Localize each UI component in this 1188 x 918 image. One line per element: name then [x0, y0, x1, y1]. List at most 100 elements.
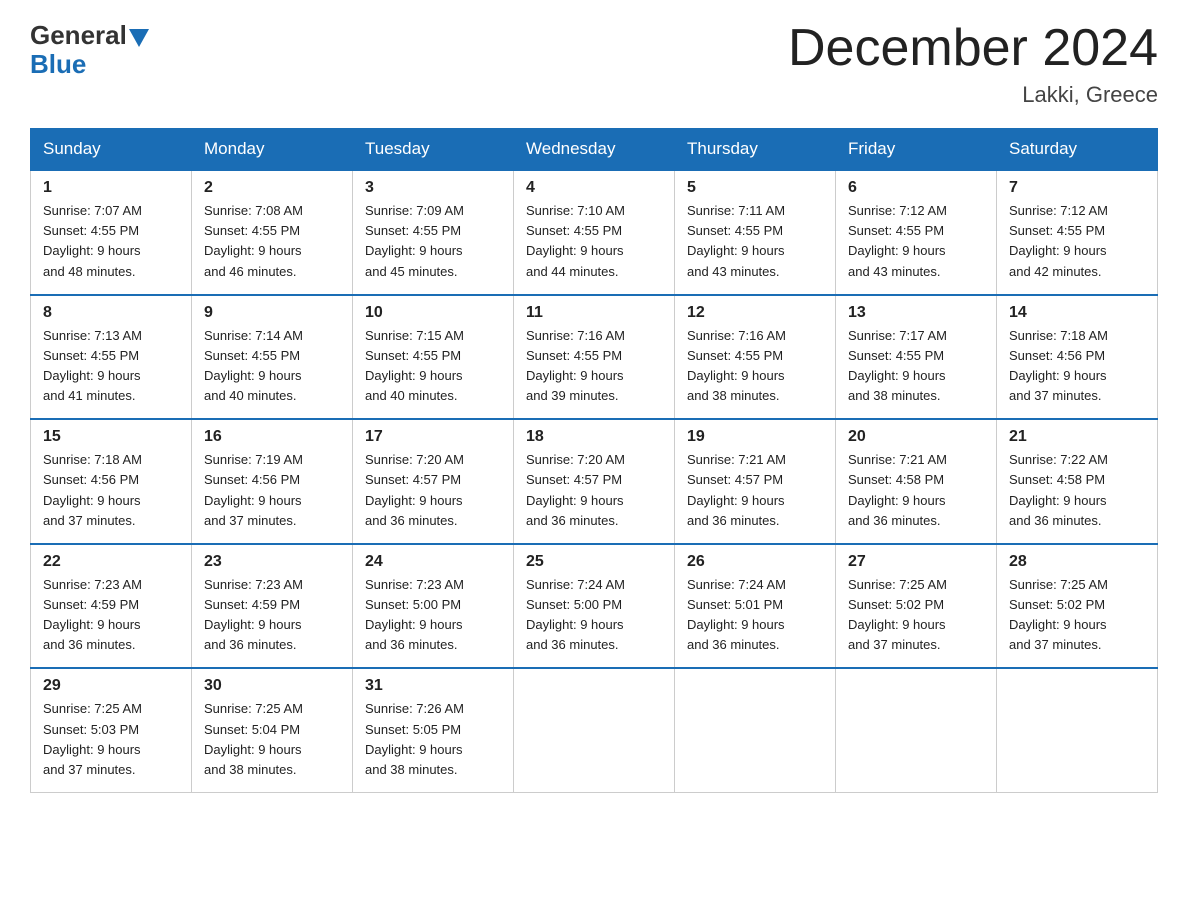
- table-row: 23 Sunrise: 7:23 AMSunset: 4:59 PMDaylig…: [192, 544, 353, 669]
- day-info: Sunrise: 7:14 AMSunset: 4:55 PMDaylight:…: [204, 328, 303, 403]
- day-info: Sunrise: 7:16 AMSunset: 4:55 PMDaylight:…: [687, 328, 786, 403]
- day-number: 3: [365, 179, 501, 197]
- calendar-subtitle: Lakki, Greece: [788, 82, 1158, 108]
- calendar-week-1: 1 Sunrise: 7:07 AMSunset: 4:55 PMDayligh…: [31, 170, 1158, 295]
- logo-blue: Blue: [30, 49, 86, 80]
- table-row: 9 Sunrise: 7:14 AMSunset: 4:55 PMDayligh…: [192, 295, 353, 420]
- day-number: 15: [43, 428, 179, 446]
- day-number: 7: [1009, 179, 1145, 197]
- day-info: Sunrise: 7:12 AMSunset: 4:55 PMDaylight:…: [848, 203, 947, 278]
- day-info: Sunrise: 7:23 AMSunset: 4:59 PMDaylight:…: [204, 577, 303, 652]
- table-row: 30 Sunrise: 7:25 AMSunset: 5:04 PMDaylig…: [192, 668, 353, 792]
- col-friday: Friday: [836, 129, 997, 171]
- calendar-header-row: Sunday Monday Tuesday Wednesday Thursday…: [31, 129, 1158, 171]
- table-row: 10 Sunrise: 7:15 AMSunset: 4:55 PMDaylig…: [353, 295, 514, 420]
- table-row: 13 Sunrise: 7:17 AMSunset: 4:55 PMDaylig…: [836, 295, 997, 420]
- calendar-week-4: 22 Sunrise: 7:23 AMSunset: 4:59 PMDaylig…: [31, 544, 1158, 669]
- day-info: Sunrise: 7:09 AMSunset: 4:55 PMDaylight:…: [365, 203, 464, 278]
- day-number: 12: [687, 304, 823, 322]
- day-number: 11: [526, 304, 662, 322]
- table-row: 7 Sunrise: 7:12 AMSunset: 4:55 PMDayligh…: [997, 170, 1158, 295]
- day-number: 10: [365, 304, 501, 322]
- calendar-table: Sunday Monday Tuesday Wednesday Thursday…: [30, 128, 1158, 793]
- logo-arrow-icon: [129, 29, 149, 47]
- day-info: Sunrise: 7:11 AMSunset: 4:55 PMDaylight:…: [687, 203, 785, 278]
- table-row: [514, 668, 675, 792]
- col-thursday: Thursday: [675, 129, 836, 171]
- calendar-week-3: 15 Sunrise: 7:18 AMSunset: 4:56 PMDaylig…: [31, 419, 1158, 544]
- table-row: 2 Sunrise: 7:08 AMSunset: 4:55 PMDayligh…: [192, 170, 353, 295]
- day-number: 30: [204, 677, 340, 695]
- day-number: 8: [43, 304, 179, 322]
- table-row: 18 Sunrise: 7:20 AMSunset: 4:57 PMDaylig…: [514, 419, 675, 544]
- day-number: 4: [526, 179, 662, 197]
- table-row: 8 Sunrise: 7:13 AMSunset: 4:55 PMDayligh…: [31, 295, 192, 420]
- day-number: 21: [1009, 428, 1145, 446]
- table-row: 20 Sunrise: 7:21 AMSunset: 4:58 PMDaylig…: [836, 419, 997, 544]
- day-info: Sunrise: 7:08 AMSunset: 4:55 PMDaylight:…: [204, 203, 303, 278]
- table-row: 4 Sunrise: 7:10 AMSunset: 4:55 PMDayligh…: [514, 170, 675, 295]
- day-info: Sunrise: 7:07 AMSunset: 4:55 PMDaylight:…: [43, 203, 142, 278]
- day-number: 2: [204, 179, 340, 197]
- day-info: Sunrise: 7:23 AMSunset: 5:00 PMDaylight:…: [365, 577, 464, 652]
- table-row: 31 Sunrise: 7:26 AMSunset: 5:05 PMDaylig…: [353, 668, 514, 792]
- col-monday: Monday: [192, 129, 353, 171]
- day-number: 16: [204, 428, 340, 446]
- table-row: 1 Sunrise: 7:07 AMSunset: 4:55 PMDayligh…: [31, 170, 192, 295]
- day-info: Sunrise: 7:19 AMSunset: 4:56 PMDaylight:…: [204, 452, 303, 527]
- col-sunday: Sunday: [31, 129, 192, 171]
- table-row: 21 Sunrise: 7:22 AMSunset: 4:58 PMDaylig…: [997, 419, 1158, 544]
- day-info: Sunrise: 7:25 AMSunset: 5:02 PMDaylight:…: [848, 577, 947, 652]
- table-row: 25 Sunrise: 7:24 AMSunset: 5:00 PMDaylig…: [514, 544, 675, 669]
- day-number: 22: [43, 553, 179, 571]
- day-info: Sunrise: 7:24 AMSunset: 5:01 PMDaylight:…: [687, 577, 786, 652]
- day-info: Sunrise: 7:21 AMSunset: 4:57 PMDaylight:…: [687, 452, 786, 527]
- title-block: December 2024 Lakki, Greece: [788, 20, 1158, 108]
- table-row: 3 Sunrise: 7:09 AMSunset: 4:55 PMDayligh…: [353, 170, 514, 295]
- day-number: 9: [204, 304, 340, 322]
- day-info: Sunrise: 7:21 AMSunset: 4:58 PMDaylight:…: [848, 452, 947, 527]
- day-info: Sunrise: 7:25 AMSunset: 5:02 PMDaylight:…: [1009, 577, 1108, 652]
- table-row: 5 Sunrise: 7:11 AMSunset: 4:55 PMDayligh…: [675, 170, 836, 295]
- day-number: 19: [687, 428, 823, 446]
- day-number: 13: [848, 304, 984, 322]
- day-info: Sunrise: 7:24 AMSunset: 5:00 PMDaylight:…: [526, 577, 625, 652]
- table-row: 6 Sunrise: 7:12 AMSunset: 4:55 PMDayligh…: [836, 170, 997, 295]
- calendar-title: December 2024: [788, 20, 1158, 77]
- calendar-week-2: 8 Sunrise: 7:13 AMSunset: 4:55 PMDayligh…: [31, 295, 1158, 420]
- day-info: Sunrise: 7:13 AMSunset: 4:55 PMDaylight:…: [43, 328, 142, 403]
- day-info: Sunrise: 7:26 AMSunset: 5:05 PMDaylight:…: [365, 701, 464, 776]
- table-row: 26 Sunrise: 7:24 AMSunset: 5:01 PMDaylig…: [675, 544, 836, 669]
- table-row: 22 Sunrise: 7:23 AMSunset: 4:59 PMDaylig…: [31, 544, 192, 669]
- table-row: [675, 668, 836, 792]
- day-number: 26: [687, 553, 823, 571]
- col-wednesday: Wednesday: [514, 129, 675, 171]
- table-row: 16 Sunrise: 7:19 AMSunset: 4:56 PMDaylig…: [192, 419, 353, 544]
- table-row: 24 Sunrise: 7:23 AMSunset: 5:00 PMDaylig…: [353, 544, 514, 669]
- day-number: 17: [365, 428, 501, 446]
- day-number: 1: [43, 179, 179, 197]
- day-number: 27: [848, 553, 984, 571]
- logo-general: General: [30, 20, 149, 51]
- day-number: 14: [1009, 304, 1145, 322]
- page-header: General Blue December 2024 Lakki, Greece: [30, 20, 1158, 108]
- day-number: 24: [365, 553, 501, 571]
- day-number: 6: [848, 179, 984, 197]
- day-number: 28: [1009, 553, 1145, 571]
- col-saturday: Saturday: [997, 129, 1158, 171]
- day-number: 29: [43, 677, 179, 695]
- day-number: 31: [365, 677, 501, 695]
- table-row: [836, 668, 997, 792]
- day-info: Sunrise: 7:25 AMSunset: 5:03 PMDaylight:…: [43, 701, 142, 776]
- day-info: Sunrise: 7:20 AMSunset: 4:57 PMDaylight:…: [526, 452, 625, 527]
- day-info: Sunrise: 7:23 AMSunset: 4:59 PMDaylight:…: [43, 577, 142, 652]
- day-info: Sunrise: 7:18 AMSunset: 4:56 PMDaylight:…: [43, 452, 142, 527]
- table-row: 14 Sunrise: 7:18 AMSunset: 4:56 PMDaylig…: [997, 295, 1158, 420]
- day-info: Sunrise: 7:18 AMSunset: 4:56 PMDaylight:…: [1009, 328, 1108, 403]
- day-info: Sunrise: 7:20 AMSunset: 4:57 PMDaylight:…: [365, 452, 464, 527]
- logo: General Blue: [30, 20, 149, 80]
- table-row: 12 Sunrise: 7:16 AMSunset: 4:55 PMDaylig…: [675, 295, 836, 420]
- day-number: 20: [848, 428, 984, 446]
- table-row: 27 Sunrise: 7:25 AMSunset: 5:02 PMDaylig…: [836, 544, 997, 669]
- day-number: 23: [204, 553, 340, 571]
